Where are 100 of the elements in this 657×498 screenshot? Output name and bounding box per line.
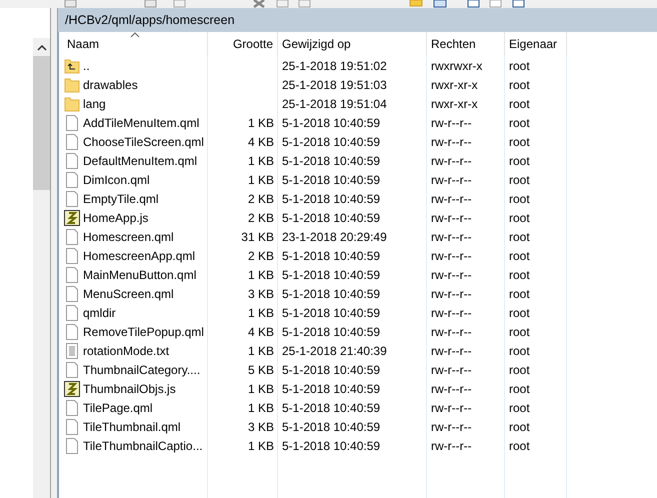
file-name[interactable]: TilePage.qml <box>83 400 153 414</box>
column-header[interactable]: Rechten <box>427 32 505 56</box>
sort-caret-icon <box>130 32 140 38</box>
file-name[interactable]: ChooseTileScreen.qml <box>83 134 204 148</box>
scrollbar-thumb[interactable] <box>33 56 50 190</box>
size-cell: 5 KB <box>248 362 274 376</box>
file-name[interactable]: qmldir <box>83 306 116 320</box>
rights-cell: rw-r--r-- <box>431 362 472 376</box>
owner-cell: root <box>509 230 530 244</box>
delete-icon[interactable] <box>253 0 265 8</box>
owner-cell: root <box>509 324 530 338</box>
size-cell: 3 KB <box>248 286 274 300</box>
modified-cell: 5-1-2018 10:40:59 <box>282 154 380 168</box>
size-cell: 1 KB <box>248 116 274 130</box>
file-name[interactable]: lang <box>83 96 106 110</box>
modified-cell: 5-1-2018 10:40:59 <box>282 362 380 376</box>
rights-cell: rw-r--r-- <box>431 248 472 262</box>
owner-cell: root <box>509 344 530 358</box>
file-name[interactable]: EmptyTile.qml <box>83 192 159 206</box>
scroll-up-icon[interactable] <box>36 45 46 51</box>
file-name[interactable]: DefaultMenuItem.qml <box>83 154 198 168</box>
file-name[interactable]: HomeApp.js <box>83 210 148 224</box>
file-name[interactable]: MainMenuButton.qml <box>83 268 196 282</box>
modified-cell: 5-1-2018 10:40:59 <box>282 400 380 414</box>
modified-cell: 5-1-2018 10:40:59 <box>282 210 380 224</box>
owner-cell: root <box>509 192 530 206</box>
modified-cell: 5-1-2018 10:40:59 <box>282 172 380 186</box>
size-cell: 1 KB <box>248 344 274 358</box>
modified-cell: 25-1-2018 19:51:02 <box>282 58 387 72</box>
scrollbar[interactable] <box>33 38 50 498</box>
size-cell: 1 KB <box>248 438 274 452</box>
modified-cell: 5-1-2018 10:40:59 <box>282 248 380 262</box>
owner-cell: root <box>509 286 530 300</box>
modified-cell: 5-1-2018 10:40:59 <box>282 420 380 434</box>
file-name[interactable]: HomescreenApp.qml <box>83 248 196 262</box>
file-name[interactable]: rotationMode.txt <box>83 344 170 358</box>
file-name[interactable]: DimIcon.qml <box>83 172 150 186</box>
path-text: /HCBv2/qml/apps/homescreen <box>65 13 235 27</box>
owner-cell: root <box>509 248 530 262</box>
rights-cell: rw-r--r-- <box>431 116 472 130</box>
size-cell: 1 KB <box>248 154 274 168</box>
file-name[interactable]: Homescreen.qml <box>83 230 174 244</box>
column-header[interactable]: Grootte <box>208 32 278 56</box>
modified-cell: 5-1-2018 10:40:59 <box>282 286 380 300</box>
owner-cell: root <box>509 134 530 148</box>
owner-cell: root <box>509 154 530 168</box>
modified-cell: 25-1-2018 19:51:03 <box>282 78 387 92</box>
owner-cell: root <box>509 400 530 414</box>
size-cell: 2 KB <box>248 210 274 224</box>
owner-cell: root <box>509 58 530 72</box>
size-cell: 1 KB <box>248 400 274 414</box>
file-name[interactable]: MenuScreen.qml <box>83 286 174 300</box>
modified-cell: 5-1-2018 10:40:59 <box>282 306 380 320</box>
size-cell: 3 KB <box>248 420 274 434</box>
modified-cell: 23-1-2018 20:29:49 <box>282 230 387 244</box>
rights-cell: rw-r--r-- <box>431 134 472 148</box>
modified-cell: 5-1-2018 10:40:59 <box>282 324 380 338</box>
rights-cell: rw-r--r-- <box>431 306 472 320</box>
modified-cell: 25-1-2018 19:51:04 <box>282 96 387 110</box>
size-cell: 1 KB <box>248 382 274 396</box>
size-cell: 31 KB <box>241 230 274 244</box>
rights-cell: rw-r--r-- <box>431 172 472 186</box>
rights-cell: rwxrwxr-x <box>431 58 482 72</box>
size-cell: 4 KB <box>248 324 274 338</box>
owner-cell: root <box>509 210 530 224</box>
column-header[interactable]: Eigenaar <box>505 32 567 56</box>
owner-cell: root <box>509 116 530 130</box>
rights-cell: rw-r--r-- <box>431 382 472 396</box>
size-cell: 2 KB <box>248 192 274 206</box>
rights-cell: rwxr-xr-x <box>431 78 478 92</box>
rights-cell: rw-r--r-- <box>431 286 472 300</box>
file-name[interactable]: ThumbnailObjs.js <box>83 382 176 396</box>
rights-cell: rw-r--r-- <box>431 438 472 452</box>
file-name[interactable]: ThumbnailCategory.... <box>83 362 200 376</box>
rights-cell: rw-r--r-- <box>431 192 472 206</box>
file-name[interactable]: TileThumbnail.qml <box>83 420 181 434</box>
owner-cell: root <box>509 96 530 110</box>
owner-cell: root <box>509 172 530 186</box>
size-cell: 2 KB <box>248 248 274 262</box>
file-name[interactable]: RemoveTilePopup.qml <box>83 324 204 338</box>
rights-cell: rw-r--r-- <box>431 344 472 358</box>
owner-cell: root <box>509 306 530 320</box>
owner-cell: root <box>509 362 530 376</box>
modified-cell: 5-1-2018 10:40:59 <box>282 116 380 130</box>
owner-cell: root <box>509 420 530 434</box>
column-header[interactable]: Gewijzigd op <box>278 32 427 56</box>
modified-cell: 5-1-2018 10:40:59 <box>282 192 380 206</box>
modified-cell: 5-1-2018 10:40:59 <box>282 438 380 452</box>
file-name[interactable]: TileThumbnailCaptio... <box>83 438 203 452</box>
rights-cell: rw-r--r-- <box>431 210 472 224</box>
rights-cell: rwxr-xr-x <box>431 96 478 110</box>
column-header[interactable]: Naam <box>63 32 208 56</box>
file-name[interactable]: .. <box>83 58 90 72</box>
modified-cell: 5-1-2018 10:40:59 <box>282 134 380 148</box>
owner-cell: root <box>509 438 530 452</box>
rights-cell: rw-r--r-- <box>431 230 472 244</box>
file-name[interactable]: drawables <box>83 78 138 92</box>
file-name[interactable]: AddTileMenuItem.qml <box>83 116 200 130</box>
size-cell: 1 KB <box>248 172 274 186</box>
rights-cell: rw-r--r-- <box>431 400 472 414</box>
